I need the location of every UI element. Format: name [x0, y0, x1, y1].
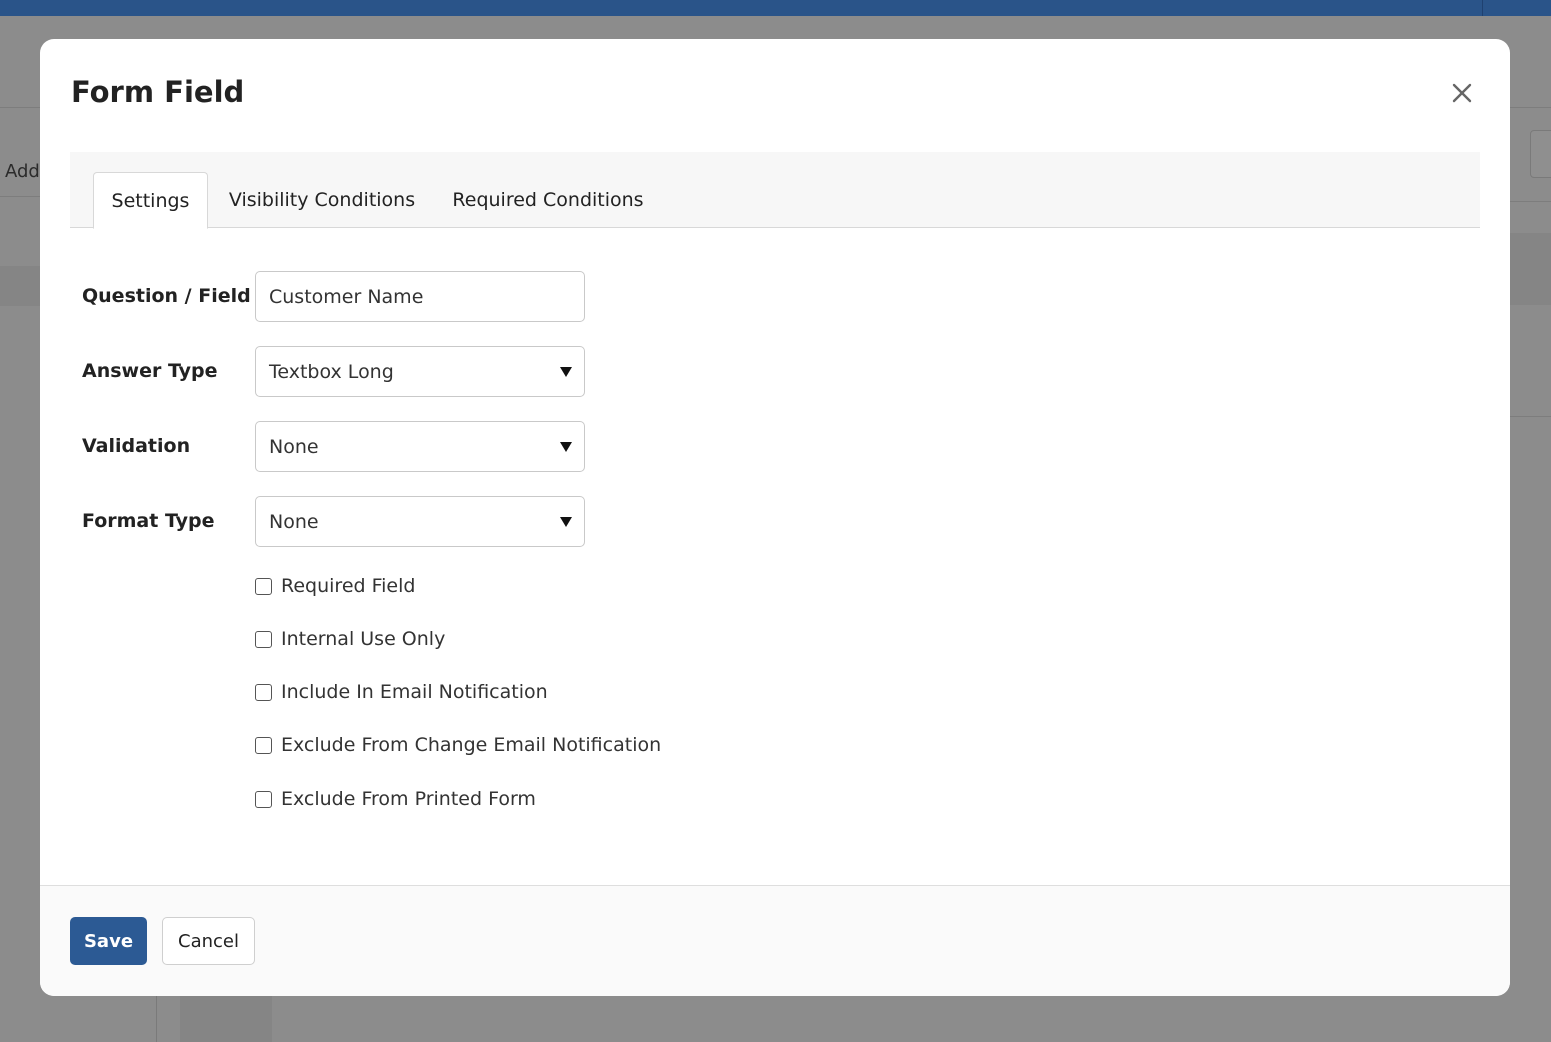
checkbox-label: Internal Use Only	[281, 628, 446, 650]
app-divider-line	[1510, 416, 1551, 417]
caret-down-icon	[560, 516, 572, 527]
answer-type-label: Answer Type	[82, 360, 218, 382]
form-field-modal: Form Field Settings Visibility Condition…	[40, 39, 1510, 996]
modal-title: Form Field	[71, 75, 245, 109]
exclude-printed-form-checkbox-row[interactable]: Exclude From Printed Form	[255, 787, 536, 811]
tab-required-conditions[interactable]: Required Conditions	[446, 172, 650, 228]
format-type-select[interactable]: None	[255, 496, 585, 547]
app-divider-line	[156, 996, 157, 1042]
checkbox-label: Exclude From Change Email Notification	[281, 734, 662, 756]
close-button[interactable]	[1445, 76, 1479, 110]
select-value: None	[269, 435, 319, 458]
required-field-checkbox-row[interactable]: Required Field	[255, 574, 415, 598]
checkbox-label: Include In Email Notification	[281, 681, 548, 703]
tab-visibility-conditions[interactable]: Visibility Conditions	[220, 172, 424, 228]
answer-type-select[interactable]: Textbox Long	[255, 346, 585, 397]
close-icon	[1452, 83, 1472, 103]
select-value: Textbox Long	[269, 360, 394, 383]
checkbox-label: Exclude From Printed Form	[281, 788, 536, 810]
app-top-bar-divider	[1482, 0, 1483, 16]
tab-settings[interactable]: Settings	[93, 172, 208, 229]
app-divider-line	[1510, 201, 1551, 202]
caret-down-icon	[560, 441, 572, 452]
question-field-input[interactable]: Customer Name	[255, 271, 585, 322]
required-field-checkbox[interactable]	[255, 577, 272, 595]
exclude-change-email-checkbox-row[interactable]: Exclude From Change Email Notification	[255, 733, 661, 757]
internal-use-only-checkbox-row[interactable]: Internal Use Only	[255, 627, 445, 651]
app-divider-line	[1510, 107, 1551, 108]
app-top-bar	[0, 0, 1551, 16]
app-divider-line	[0, 196, 40, 197]
checkbox-label: Required Field	[281, 575, 416, 597]
app-divider-line	[0, 107, 40, 108]
include-email-notification-checkbox-row[interactable]: Include In Email Notification	[255, 680, 548, 704]
format-type-label: Format Type	[82, 510, 215, 532]
question-field-label: Question / Field	[82, 285, 251, 307]
tab-label: Settings	[111, 189, 190, 212]
exclude-printed-form-checkbox[interactable]	[255, 790, 272, 808]
save-button[interactable]: Save	[70, 917, 147, 965]
select-value: None	[269, 510, 319, 533]
modal-footer: Save Cancel	[40, 885, 1510, 996]
internal-use-only-checkbox[interactable]	[255, 630, 272, 648]
tab-bar: Settings Visibility Conditions Required …	[70, 152, 1480, 229]
app-background-band	[1510, 233, 1551, 305]
app-background-block	[180, 996, 272, 1042]
app-background-band	[0, 266, 40, 306]
tab-label: Required Conditions	[452, 189, 644, 211]
app-add-label: Add	[5, 161, 40, 182]
validation-label: Validation	[82, 435, 191, 457]
input-value: Customer Name	[269, 285, 424, 308]
exclude-change-email-checkbox[interactable]	[255, 736, 272, 754]
include-email-notification-checkbox[interactable]	[255, 683, 272, 701]
cancel-button[interactable]: Cancel	[162, 917, 255, 965]
tab-label: Visibility Conditions	[228, 189, 416, 211]
caret-down-icon	[560, 366, 572, 377]
app-background-button	[1530, 130, 1551, 178]
validation-select[interactable]: None	[255, 421, 585, 472]
